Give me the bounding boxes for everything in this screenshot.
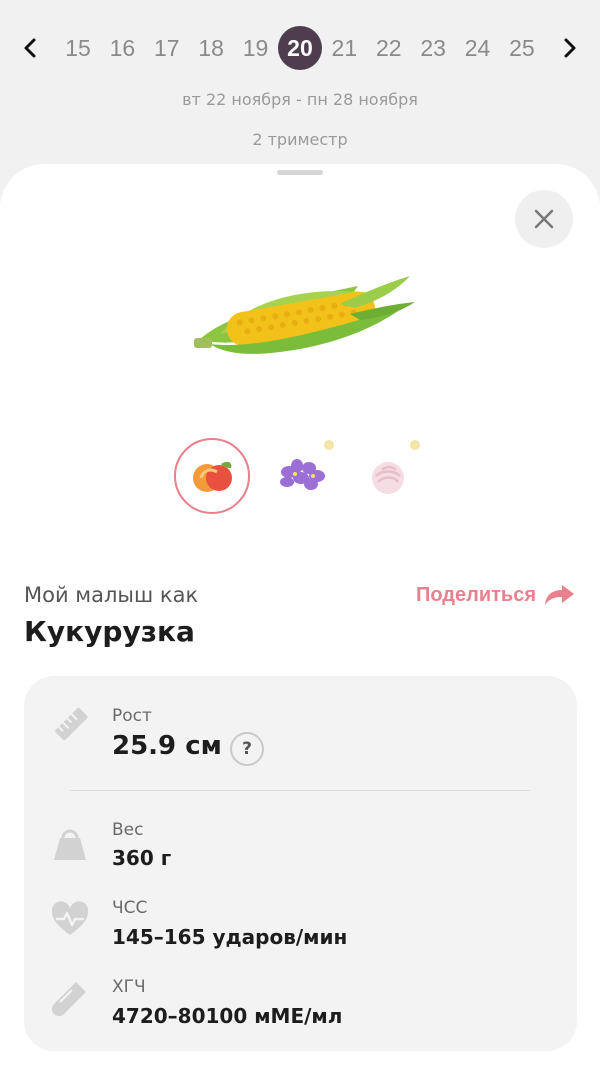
height-label: Рост (112, 706, 152, 726)
share-arrow-icon (545, 585, 574, 605)
size-comparison-label: Мой малыш как (24, 583, 199, 607)
trimester-label: 2 триместр (252, 130, 348, 149)
heart-rate-value: 145–165 ударов/мин (112, 925, 348, 949)
date-range: вт 22 ноября - пн 28 ноября (182, 90, 418, 109)
thumbnail-violet[interactable] (264, 438, 340, 514)
week-selector: 15 16 17 18 19 20 21 22 23 24 25 (0, 24, 600, 72)
corn-illustration (194, 276, 415, 354)
week-21[interactable]: 21 (322, 26, 366, 70)
chevron-left-icon (24, 38, 36, 58)
locked-indicator (410, 440, 420, 450)
share-button[interactable]: Поделиться (416, 578, 576, 612)
baby-stats-card: Рост 25.9 см ? Вес 360 г ЧСС 145–165 уда… (24, 676, 577, 1051)
hcg-label: ХГЧ (112, 977, 146, 997)
prev-week-button[interactable] (12, 30, 48, 66)
week-25[interactable]: 25 (500, 26, 544, 70)
ruler-icon (48, 702, 92, 746)
close-icon (534, 209, 554, 229)
heart-rate-label: ЧСС (112, 898, 148, 918)
chevron-right-icon (564, 38, 576, 58)
week-17[interactable]: 17 (145, 26, 189, 70)
violet-flower-icon (280, 459, 325, 490)
weight-icon (48, 822, 92, 866)
size-comparison-thumbnails (170, 436, 430, 516)
heart-pulse-icon (48, 898, 92, 942)
next-week-button[interactable] (552, 30, 588, 66)
test-tube-icon (48, 976, 92, 1020)
week-19[interactable]: 19 (234, 26, 278, 70)
sheet-grabber[interactable] (277, 170, 323, 175)
close-button[interactable] (515, 190, 573, 248)
locked-indicator (324, 440, 334, 450)
thumbnail-marshmallow[interactable] (350, 438, 426, 514)
peach-icon (193, 461, 232, 492)
height-value: 25.9 см (112, 731, 222, 761)
week-23[interactable]: 23 (411, 26, 455, 70)
weight-label: Вес (112, 820, 144, 840)
week-18[interactable]: 18 (189, 26, 233, 70)
size-comparison-name: Кукурузка (24, 615, 195, 648)
week-22[interactable]: 22 (367, 26, 411, 70)
share-label: Поделиться (415, 583, 536, 606)
week-16[interactable]: 16 (100, 26, 144, 70)
baby-size-sheet: Мой малыш как Кукурузка Поделиться Рост … (0, 164, 600, 1066)
hcg-value: 4720–80100 мМЕ/мл (112, 1004, 343, 1028)
week-24[interactable]: 24 (456, 26, 500, 70)
week-20[interactable]: 20 (277, 26, 322, 70)
marshmallow-icon (372, 462, 404, 494)
height-help-button[interactable]: ? (230, 732, 264, 766)
thumbnail-peach[interactable] (174, 438, 250, 514)
week-15[interactable]: 15 (56, 26, 100, 70)
week-list: 15 16 17 18 19 20 21 22 23 24 25 (56, 24, 544, 72)
weight-value: 360 г (112, 846, 172, 870)
divider (70, 790, 530, 791)
